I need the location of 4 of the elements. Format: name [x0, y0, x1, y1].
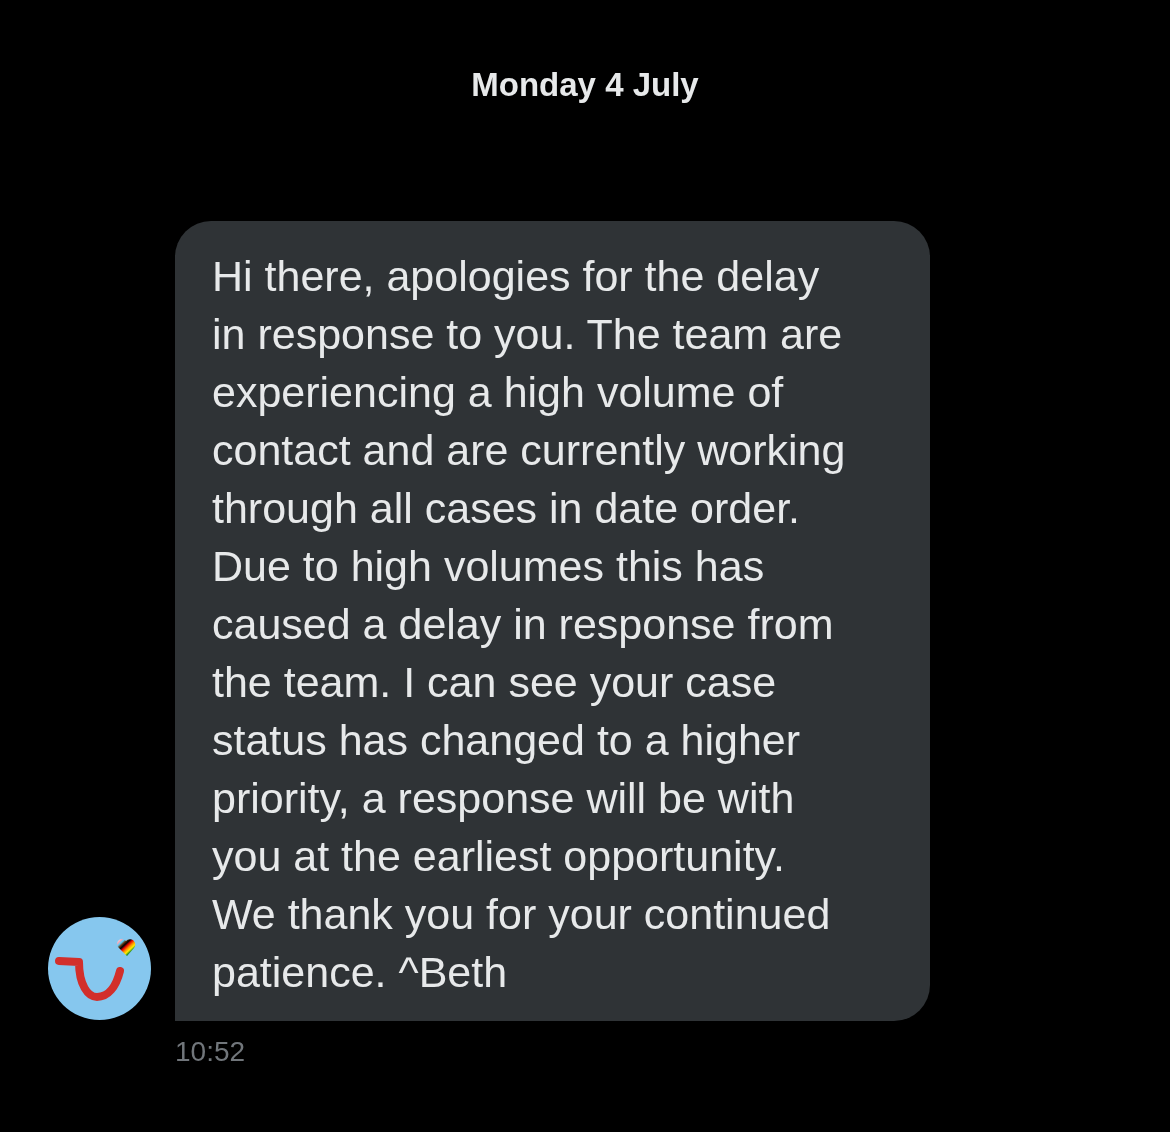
message-time: 10:52 [175, 1036, 246, 1067]
heart-icon [117, 939, 136, 956]
date-header: Monday 4 July [471, 65, 699, 105]
message-text: Hi there, apologies for the delay in response to you. The team are experiencing a high volume of contact and are currently working through all cases in date order. Due to high volumes this has caused a delay in response from the team. I can see your case status has changed to a higher priority, a response will be with you at the earliest opportunity. We thank you for your continued patience. ^Beth [212, 251, 847, 998]
